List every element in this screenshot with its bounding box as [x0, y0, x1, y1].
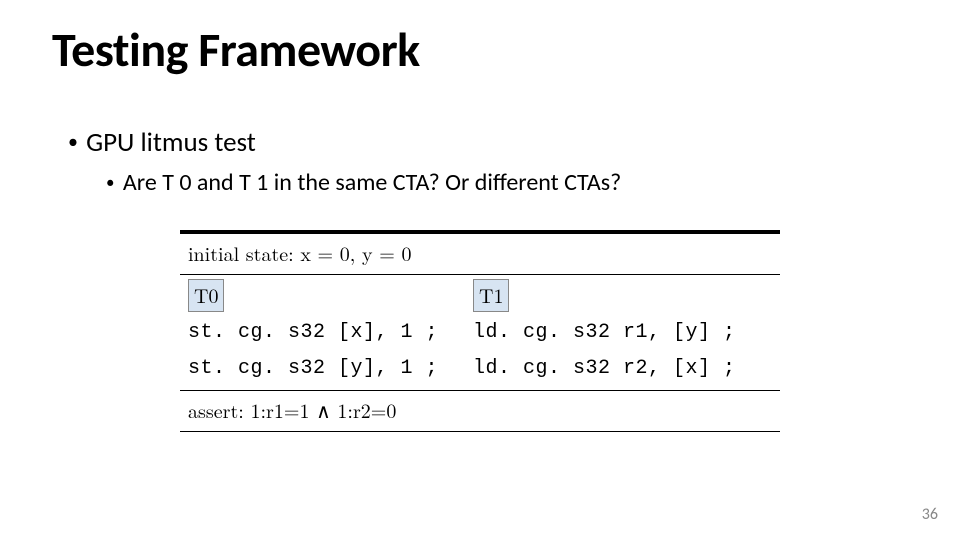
- bullet-dot-icon: •: [106, 172, 114, 193]
- thread-header-row: T0 T1: [180, 274, 780, 318]
- slide-title: Testing Framework: [52, 20, 420, 79]
- thread-1-header-cell: T1: [473, 279, 772, 312]
- page-number: 36: [922, 505, 938, 524]
- t1-instr-2: ld. cg. s32 r2, [x] ;: [473, 354, 772, 384]
- bullet-level-1: • GPU litmus test: [68, 126, 256, 159]
- t0-instr-2: st. cg. s32 [y], 1 ;: [188, 354, 473, 384]
- bullet-1-text: GPU litmus test: [86, 126, 256, 159]
- assert-row: assert: 1:r1=1 ∧ 1:r2=0: [180, 390, 780, 432]
- thread-1-label: T1: [473, 279, 509, 312]
- bullet-dot-icon: •: [68, 130, 78, 154]
- slide: Testing Framework • GPU litmus test • Ar…: [0, 0, 960, 540]
- bullet-2-text: Are T 0 and T 1 in the same CTA? Or diff…: [123, 168, 621, 197]
- thread-0-header-cell: T0: [188, 279, 473, 312]
- thread-0-label: T0: [188, 279, 224, 312]
- code-row-1: st. cg. s32 [x], 1 ; ld. cg. s32 r1, [y]…: [180, 318, 780, 354]
- initial-state-row: initial state: x = 0, y = 0: [180, 230, 780, 274]
- t0-instr-1: st. cg. s32 [x], 1 ;: [188, 318, 473, 348]
- t1-instr-1: ld. cg. s32 r1, [y] ;: [473, 318, 772, 348]
- bullet-level-2: • Are T 0 and T 1 in the same CTA? Or di…: [106, 168, 621, 197]
- code-row-2: st. cg. s32 [y], 1 ; ld. cg. s32 r2, [x]…: [180, 354, 780, 390]
- litmus-test-table: initial state: x = 0, y = 0 T0 T1 st. cg…: [180, 230, 780, 432]
